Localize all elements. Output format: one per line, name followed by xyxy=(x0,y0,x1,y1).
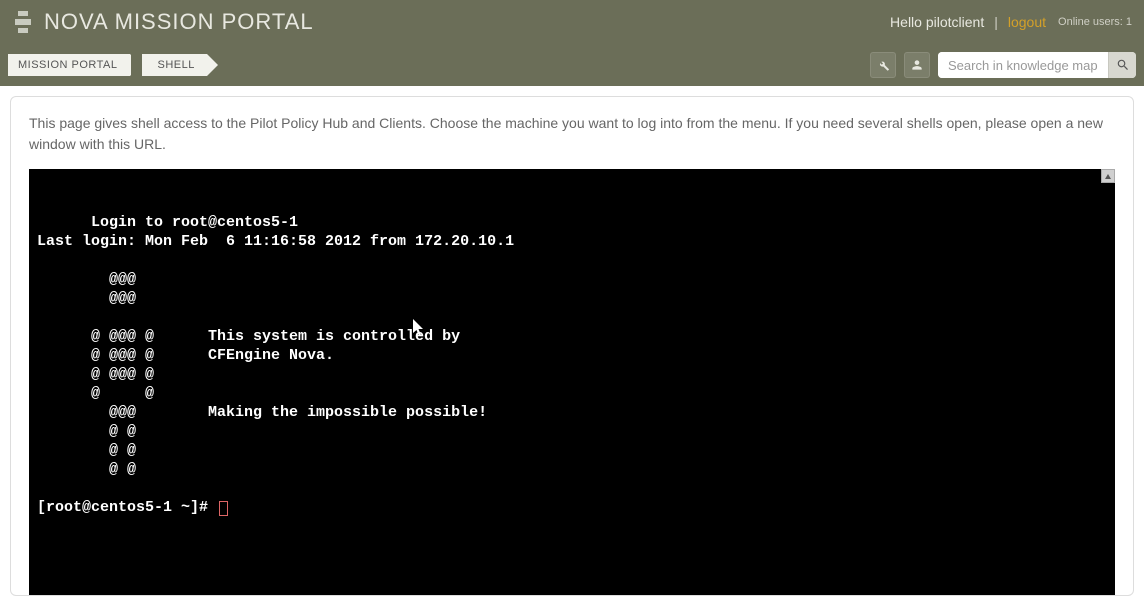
search-icon xyxy=(1116,58,1130,72)
header-right: Hello pilotclient | logout Online users:… xyxy=(890,14,1132,30)
wrench-icon xyxy=(876,58,890,72)
user-icon xyxy=(910,58,924,72)
scroll-up-button[interactable] xyxy=(1101,169,1115,183)
separator: | xyxy=(994,14,998,30)
breadcrumb: MISSION PORTAL SHELL xyxy=(8,54,219,76)
app-title: NOVA MISSION PORTAL xyxy=(44,9,314,35)
logo-block: NOVA MISSION PORTAL xyxy=(12,8,314,36)
main-panel: This page gives shell access to the Pilo… xyxy=(10,96,1134,596)
intro-text: This page gives shell access to the Pilo… xyxy=(29,113,1115,155)
content-area: This page gives shell access to the Pilo… xyxy=(0,86,1144,606)
toolbar-right xyxy=(870,52,1136,78)
search-input[interactable] xyxy=(938,52,1108,78)
terminal-prompt: [root@centos5-1 ~]# xyxy=(37,499,217,516)
search-box xyxy=(938,52,1136,78)
logout-link[interactable]: logout xyxy=(1008,14,1046,30)
logo-icon xyxy=(12,8,34,36)
search-button[interactable] xyxy=(1108,52,1136,78)
online-users-label: Online users: 1 xyxy=(1058,16,1132,28)
terminal-cursor xyxy=(219,501,228,516)
breadcrumb-mission-portal[interactable]: MISSION PORTAL xyxy=(8,54,130,76)
terminal[interactable]: Login to root@centos5-1 Last login: Mon … xyxy=(29,169,1115,595)
sub-toolbar: MISSION PORTAL SHELL xyxy=(0,44,1144,86)
breadcrumb-shell[interactable]: SHELL xyxy=(142,54,207,76)
wrench-button[interactable] xyxy=(870,52,896,78)
greeting-text: Hello pilotclient xyxy=(890,14,984,30)
header-bar: NOVA MISSION PORTAL Hello pilotclient | … xyxy=(0,0,1144,44)
user-button[interactable] xyxy=(904,52,930,78)
terminal-output: Login to root@centos5-1 Last login: Mon … xyxy=(37,214,514,478)
